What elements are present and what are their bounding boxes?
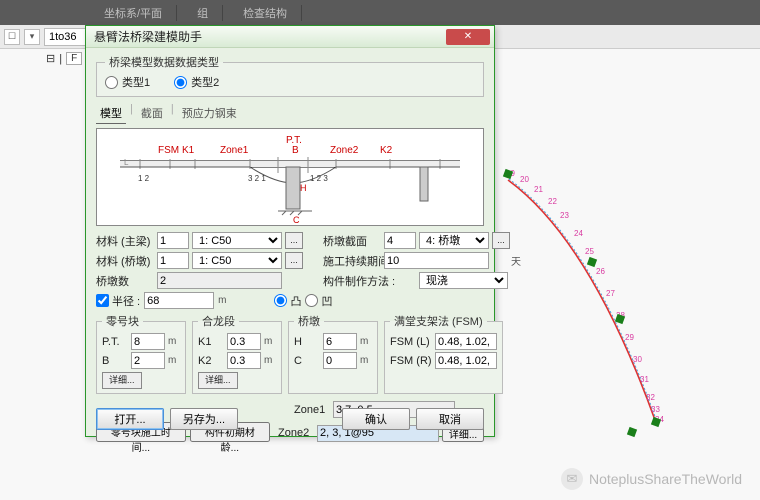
tab-tendon[interactable]: 预应力钢束: [178, 103, 241, 124]
h-input[interactable]: [323, 333, 357, 350]
k1-input[interactable]: [227, 333, 261, 350]
tab-section[interactable]: 截面: [137, 103, 167, 124]
bridge-diagram: FSM K1 Zone1 P.T. B Zone2 K2: [96, 128, 484, 226]
radio-type2[interactable]: 类型2: [174, 74, 219, 90]
block0-group: 零号块 P.T.m Bm 详细...: [96, 313, 186, 394]
pier-section-num[interactable]: [384, 232, 416, 249]
tree-node[interactable]: ⊟|F: [46, 52, 82, 65]
svg-text:32: 32: [646, 393, 655, 402]
svg-text:20: 20: [520, 175, 529, 184]
mat-pier-label: 材料 (桥墩): [96, 253, 154, 269]
mat-girder-label: 材料 (主梁): [96, 233, 154, 249]
svg-text:30: 30: [633, 355, 642, 364]
svg-text:23: 23: [560, 211, 569, 220]
pier-section-label: 桥墩截面: [323, 233, 381, 249]
svg-text:3 2 1: 3 2 1: [248, 174, 266, 183]
svg-text:26: 26: [596, 267, 605, 276]
pier-count-input: [157, 272, 282, 289]
dialog-title: 悬臂法桥梁建模助手: [90, 28, 202, 45]
c-input[interactable]: [323, 352, 357, 369]
svg-text:B: B: [292, 145, 299, 156]
svg-text:FSM: FSM: [158, 145, 179, 156]
tab-model[interactable]: 模型: [96, 103, 126, 124]
svg-text:1 2 3: 1 2 3: [310, 174, 328, 183]
mat-girder-num[interactable]: [157, 232, 189, 249]
k2-input[interactable]: [227, 352, 261, 369]
svg-text:33: 33: [651, 405, 660, 414]
fsm-r-input[interactable]: [435, 352, 497, 369]
svg-text:31: 31: [640, 375, 649, 384]
svg-text:22: 22: [548, 197, 557, 206]
cantilever-wizard-dialog: 悬臂法桥梁建模助手 ✕ 桥梁模型数据数据类型 类型1 类型2 模型| 截面| 预…: [85, 25, 495, 437]
block0-detail-button[interactable]: 详细...: [102, 372, 142, 389]
svg-text:H: H: [300, 183, 307, 193]
svg-text:21: 21: [534, 185, 543, 194]
pier-group: 桥墩 Hm Cm: [288, 313, 378, 394]
svg-text:1 2: 1 2: [138, 174, 150, 183]
dialog-titlebar[interactable]: 悬臂法桥梁建模助手 ✕: [86, 26, 494, 48]
duration-label: 施工持续期间: [323, 253, 381, 269]
open-button[interactable]: 打开...: [96, 408, 164, 430]
svg-text:Zone2: Zone2: [330, 145, 359, 156]
closure-detail-button[interactable]: 详细...: [198, 372, 238, 389]
svg-text:C: C: [293, 215, 300, 225]
ribbon-group-group[interactable]: 组: [197, 5, 208, 21]
ribbon-group-check[interactable]: 检查结构: [243, 5, 287, 21]
svg-text:Zone1: Zone1: [220, 145, 249, 156]
method-select[interactable]: 现浇: [419, 272, 508, 289]
saveas-button[interactable]: 另存为...: [170, 408, 238, 430]
radius-checkbox[interactable]: 半径 :: [96, 293, 140, 309]
radio-concave[interactable]: 凹: [305, 293, 332, 309]
radio-convex[interactable]: 凸: [274, 293, 301, 309]
mat-girder-more[interactable]: ...: [285, 232, 303, 249]
svg-text:K1: K1: [182, 145, 195, 156]
pier-count-label: 桥墩数: [96, 273, 154, 289]
mat-pier-more[interactable]: ...: [285, 252, 303, 269]
radius-input[interactable]: [144, 292, 214, 309]
closure-group: 合龙段 K1m K2m 详细...: [192, 313, 282, 394]
method-label: 构件制作方法 :: [323, 273, 416, 289]
svg-text:K2: K2: [380, 145, 393, 156]
model-viewport[interactable]: 192021 222324 252627 282930 313233 34: [500, 40, 760, 440]
close-icon[interactable]: ✕: [446, 29, 490, 45]
fsm-group: 满堂支架法 (FSM) FSM (L) FSM (R): [384, 313, 503, 394]
tabs: 模型| 截面| 预应力钢束: [96, 103, 484, 124]
ok-button[interactable]: 确认: [342, 408, 410, 430]
svg-text:29: 29: [625, 333, 634, 342]
wechat-icon: ✉: [561, 468, 583, 490]
duration-input[interactable]: [384, 252, 489, 269]
radio-type1[interactable]: 类型1: [105, 74, 150, 90]
svg-text:L: L: [124, 158, 129, 167]
ribbon-strip: 坐标系/平面 组 检查结构: [0, 0, 760, 25]
cancel-button[interactable]: 取消: [416, 408, 484, 430]
mat-pier-select[interactable]: 1: C50: [192, 252, 282, 269]
svg-text:25: 25: [585, 247, 594, 256]
pt-input[interactable]: [131, 333, 165, 350]
fsm-l-input[interactable]: [435, 333, 497, 350]
ribbon-group-coord[interactable]: 坐标系/平面: [104, 5, 162, 21]
toolbar-button[interactable]: ☐: [4, 29, 20, 45]
data-type-group: 桥梁模型数据数据类型 类型1 类型2: [96, 54, 484, 97]
mat-pier-num[interactable]: [157, 252, 189, 269]
toolbar-dropdown-icon[interactable]: ▾: [24, 29, 40, 45]
watermark: ✉ NoteplusShareTheWorld: [561, 468, 742, 490]
data-type-legend: 桥梁模型数据数据类型: [105, 54, 223, 70]
mat-girder-select[interactable]: 1: C50: [192, 232, 282, 249]
b-input[interactable]: [131, 352, 165, 369]
pier-section-select[interactable]: 4: 桥墩: [419, 232, 489, 249]
svg-text:27: 27: [606, 289, 615, 298]
svg-text:24: 24: [574, 229, 583, 238]
